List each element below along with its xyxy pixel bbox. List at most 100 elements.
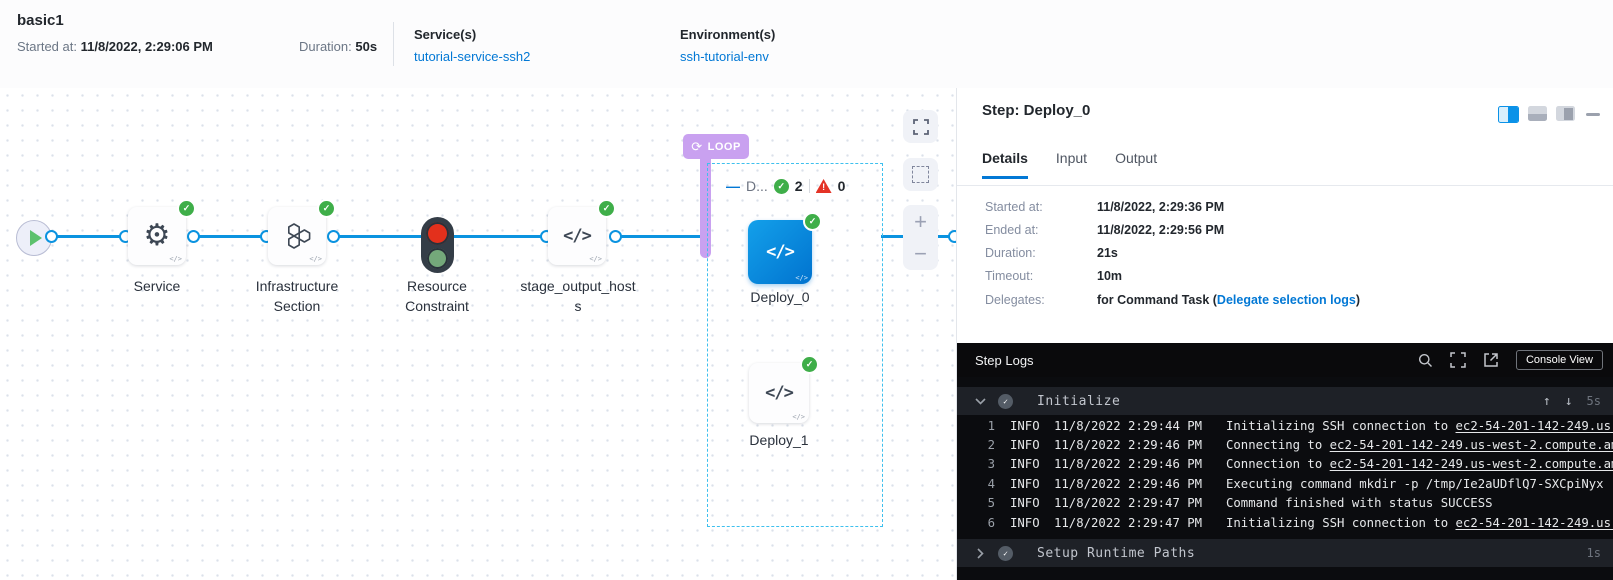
node-label-deploy-1: Deploy_1	[719, 430, 839, 450]
code-corner-icon: </>	[795, 274, 808, 282]
header-divider	[393, 22, 394, 66]
console-view-button[interactable]: Console View	[1516, 350, 1603, 370]
zoom-in-button[interactable]: +	[914, 206, 927, 238]
step-logs-panel: Step Logs Console View	[957, 343, 1613, 580]
node-label-service: Service	[97, 276, 217, 296]
open-in-new-icon[interactable]	[1483, 352, 1499, 368]
minimize-panel-button[interactable]	[1586, 113, 1600, 116]
detail-row-started: Started at: 11/8/2022, 2:29:36 PM	[985, 200, 1585, 223]
fullscreen-icon	[913, 119, 929, 135]
step-details-panel: Step: Deploy_0 Details Input Output Star…	[957, 88, 1613, 580]
node-service[interactable]: ⚙ </>	[128, 207, 186, 265]
layout-right-split-icon	[1508, 107, 1518, 122]
host-link[interactable]: ec2-54-201-142-249.us-west-2.compute.ama…	[1456, 516, 1613, 530]
node-resource-constraint[interactable]	[421, 217, 454, 273]
count-divider	[809, 179, 810, 193]
edge	[49, 235, 125, 238]
step-panel-title: Step: Deploy_0	[982, 102, 1090, 119]
success-count-icon: ✓	[774, 179, 789, 194]
play-icon	[30, 230, 42, 246]
edge	[613, 235, 705, 238]
layout-right-split-button[interactable]	[1498, 106, 1519, 123]
canvas-select-button[interactable]	[903, 158, 938, 191]
chevron-down-icon[interactable]	[972, 398, 988, 405]
environments-label: Environment(s)	[680, 27, 775, 42]
fail-count: 0	[838, 178, 846, 194]
success-badge: ✓	[800, 355, 819, 374]
code-icon: </>	[766, 242, 794, 262]
hexagons-icon	[284, 223, 311, 249]
section-duration: 5s	[1587, 394, 1601, 408]
section-success-icon: ✓	[998, 546, 1013, 561]
warning-icon: !	[816, 179, 832, 193]
log-section-initialize[interactable]: ✓ Initialize ↑ ↓ 5s	[957, 387, 1613, 415]
node-stage-output-hosts[interactable]: </> </>	[548, 207, 606, 265]
started-at: Started at: 11/8/2022, 2:29:06 PM	[17, 39, 213, 54]
detail-row-delegates: Delegates: for Command Task (Delegate se…	[985, 293, 1585, 316]
node-deploy-0-selected[interactable]: </> </>	[748, 220, 812, 284]
loop-group-header[interactable]: — D... ✓ 2 ! 0	[726, 176, 866, 196]
duration: Duration: 50s	[299, 39, 377, 54]
log-line: 3 INFO 11/8/2022 2:29:46 PM Connection t…	[957, 455, 1613, 474]
code-corner-icon: </>	[792, 413, 805, 421]
traffic-red-light	[426, 222, 449, 245]
edge-connector	[948, 230, 957, 243]
node-label-stage-output-hosts: stage_output_hosts	[519, 276, 637, 317]
host-link[interactable]: ec2-54-201-142-249.us-west-2.compute.ama…	[1330, 457, 1613, 471]
node-label-deploy-0: Deploy_0	[720, 287, 840, 307]
canvas-fullscreen-button[interactable]	[903, 110, 938, 143]
zoom-out-button[interactable]: −	[914, 238, 927, 270]
step-tabs: Details Input Output	[982, 150, 1157, 179]
code-icon: </>	[765, 383, 793, 403]
edge-connector	[327, 230, 340, 243]
edge-connector	[609, 230, 622, 243]
canvas-zoom-control: + −	[903, 205, 938, 270]
marquee-select-icon	[912, 166, 929, 183]
node-deploy-1[interactable]: </> </>	[749, 363, 809, 423]
logs-fullscreen-icon[interactable]	[1450, 352, 1466, 368]
edge-connector	[45, 230, 58, 243]
scroll-bottom-icon[interactable]: ↓	[1565, 394, 1573, 409]
success-badge: ✓	[177, 199, 196, 218]
log-line: 4 INFO 11/8/2022 2:29:46 PM Executing co…	[957, 474, 1613, 493]
log-section-setup-runtime-paths[interactable]: ✓ Setup Runtime Paths 1s	[957, 539, 1613, 567]
code-corner-icon: </>	[169, 255, 182, 263]
log-line: 1 INFO 11/8/2022 2:29:44 PM Initializing…	[957, 416, 1613, 435]
delegate-selection-logs-link[interactable]: Delegate selection logs	[1217, 293, 1356, 307]
pipeline-graph-canvas[interactable]: ⚙ </> ✓ Service </> ✓ Infrastructure Sec…	[0, 88, 957, 580]
log-line: 5 INFO 11/8/2022 2:29:47 PM Command fini…	[957, 494, 1613, 513]
detail-row-duration: Duration: 21s	[985, 246, 1585, 269]
tab-input[interactable]: Input	[1056, 150, 1087, 179]
service-link[interactable]: tutorial-service-ssh2	[414, 49, 530, 64]
log-line: 6 INFO 11/8/2022 2:29:47 PM Initializing…	[957, 513, 1613, 532]
scroll-top-icon[interactable]: ↑	[1543, 394, 1551, 409]
section-duration: 1s	[1587, 546, 1601, 560]
tabs-divider	[957, 185, 1613, 186]
node-label-resource-constraint: Resource Constraint	[377, 276, 497, 317]
tab-details[interactable]: Details	[982, 150, 1028, 179]
step-logs-title: Step Logs	[975, 353, 1034, 368]
loop-group-box	[707, 163, 883, 527]
chevron-right-icon[interactable]	[972, 548, 988, 559]
host-link[interactable]: ec2-54-201-142-249.us-west-2.compute.ama…	[1330, 438, 1613, 452]
collapse-icon[interactable]: —	[726, 178, 740, 194]
environment-link[interactable]: ssh-tutorial-env	[680, 49, 769, 64]
edge	[454, 235, 545, 238]
layout-right-icon	[1564, 108, 1573, 120]
traffic-green-light	[427, 248, 448, 269]
edge	[191, 235, 265, 238]
gear-icon: ⚙	[144, 221, 171, 251]
node-label-infrastructure: Infrastructure Section	[237, 276, 357, 317]
loop-badge: ⟳ LOOP	[683, 134, 749, 159]
section-success-icon: ✓	[998, 394, 1013, 409]
detail-row-ended: Ended at: 11/8/2022, 2:29:56 PM	[985, 223, 1585, 246]
success-badge: ✓	[317, 199, 336, 218]
layout-bottom-icon	[1528, 114, 1547, 121]
tab-output[interactable]: Output	[1115, 150, 1157, 179]
layout-right-button[interactable]	[1556, 106, 1575, 121]
host-link[interactable]: ec2-54-201-142-249.us-west-2.compute.ama…	[1456, 419, 1613, 433]
node-infrastructure[interactable]: </>	[268, 207, 326, 265]
layout-bottom-button[interactable]	[1528, 106, 1547, 121]
search-icon[interactable]	[1418, 353, 1433, 368]
log-line: 2 INFO 11/8/2022 2:29:46 PM Connecting t…	[957, 435, 1613, 454]
